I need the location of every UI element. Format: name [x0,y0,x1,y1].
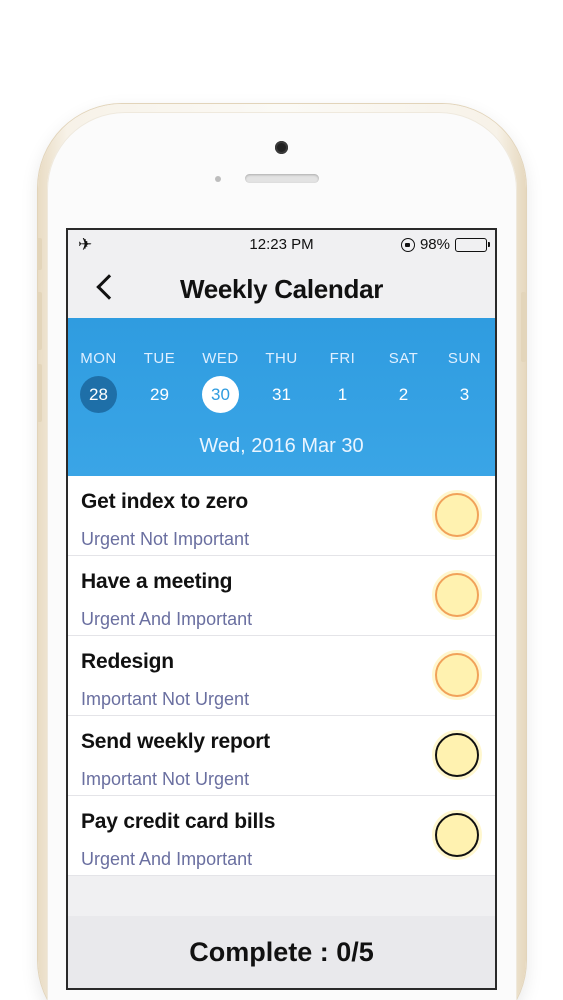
task-priority: Urgent And Important [81,849,253,869]
task-priority: Urgent And Important [81,609,253,629]
task-row[interactable]: Pay credit card bills Urgent And Importa… [68,796,495,876]
app-screen: ✈ 12:23 PM 98% Weekly Calendar MON 28 TU… [66,228,497,990]
day-name: SUN [447,350,482,367]
day-name: MON [80,350,117,367]
day-number-button-selected[interactable]: 30 [202,376,239,413]
task-row[interactable]: Send weekly report Important Not Urgent [68,716,495,796]
task-complete-checkbox[interactable] [435,733,479,777]
day-number-button[interactable]: 29 [141,376,178,413]
day-name: SAT [388,350,419,367]
status-right-group: 98% [400,236,490,253]
task-complete-checkbox[interactable] [435,653,479,697]
task-title: Get index to zero [81,490,248,513]
task-priority: Important Not Urgent [81,769,250,789]
task-priority: Important Not Urgent [81,689,250,709]
power-button [521,292,526,362]
task-complete-checkbox[interactable] [435,813,479,857]
completion-footer: Complete : 0/5 [68,916,495,988]
task-complete-checkbox[interactable] [435,573,479,617]
task-priority: Urgent Not Important [81,529,250,549]
week-strip: MON 28 TUE 29 WED 30 THU 31 FRI 1 SAT 2 … [68,318,495,476]
navigation-bar: Weekly Calendar [68,258,495,318]
day-name: TUE [143,350,176,367]
earpiece-speaker [245,174,319,183]
selected-date-label: Wed, 2016 Mar 30 [199,435,364,457]
task-row[interactable]: Have a meeting Urgent And Important [68,556,495,636]
battery-percent: 98% [419,236,450,253]
task-title: Have a meeting [81,570,233,593]
task-row[interactable]: Get index to zero Urgent Not Important [68,476,495,556]
day-name: WED [202,350,239,367]
task-row[interactable]: Redesign Important Not Urgent [68,636,495,716]
front-camera [275,141,288,154]
task-title: Send weekly report [81,730,270,753]
day-number-button[interactable]: 28 [80,376,117,413]
day-number-button[interactable]: 2 [385,376,422,413]
day-name: FRI [329,350,356,367]
page-title: Weekly Calendar [179,274,384,304]
day-name: THU [265,350,298,367]
task-title: Redesign [81,650,174,673]
task-title: Pay credit card bills [81,810,276,833]
rotation-lock-icon [400,237,415,252]
volume-up-button [37,292,42,350]
task-list: Get index to zero Urgent Not Important H… [68,476,495,876]
mute-switch [37,238,42,270]
task-complete-checkbox[interactable] [435,493,479,537]
status-bar: ✈ 12:23 PM 98% [68,230,495,258]
completion-count: Complete : 0/5 [189,936,374,967]
day-number-button[interactable]: 31 [263,376,300,413]
day-number-button[interactable]: 1 [324,376,361,413]
volume-down-button [37,364,42,422]
proximity-sensor [215,176,221,182]
battery-icon [455,237,490,252]
day-number-button[interactable]: 3 [446,376,483,413]
